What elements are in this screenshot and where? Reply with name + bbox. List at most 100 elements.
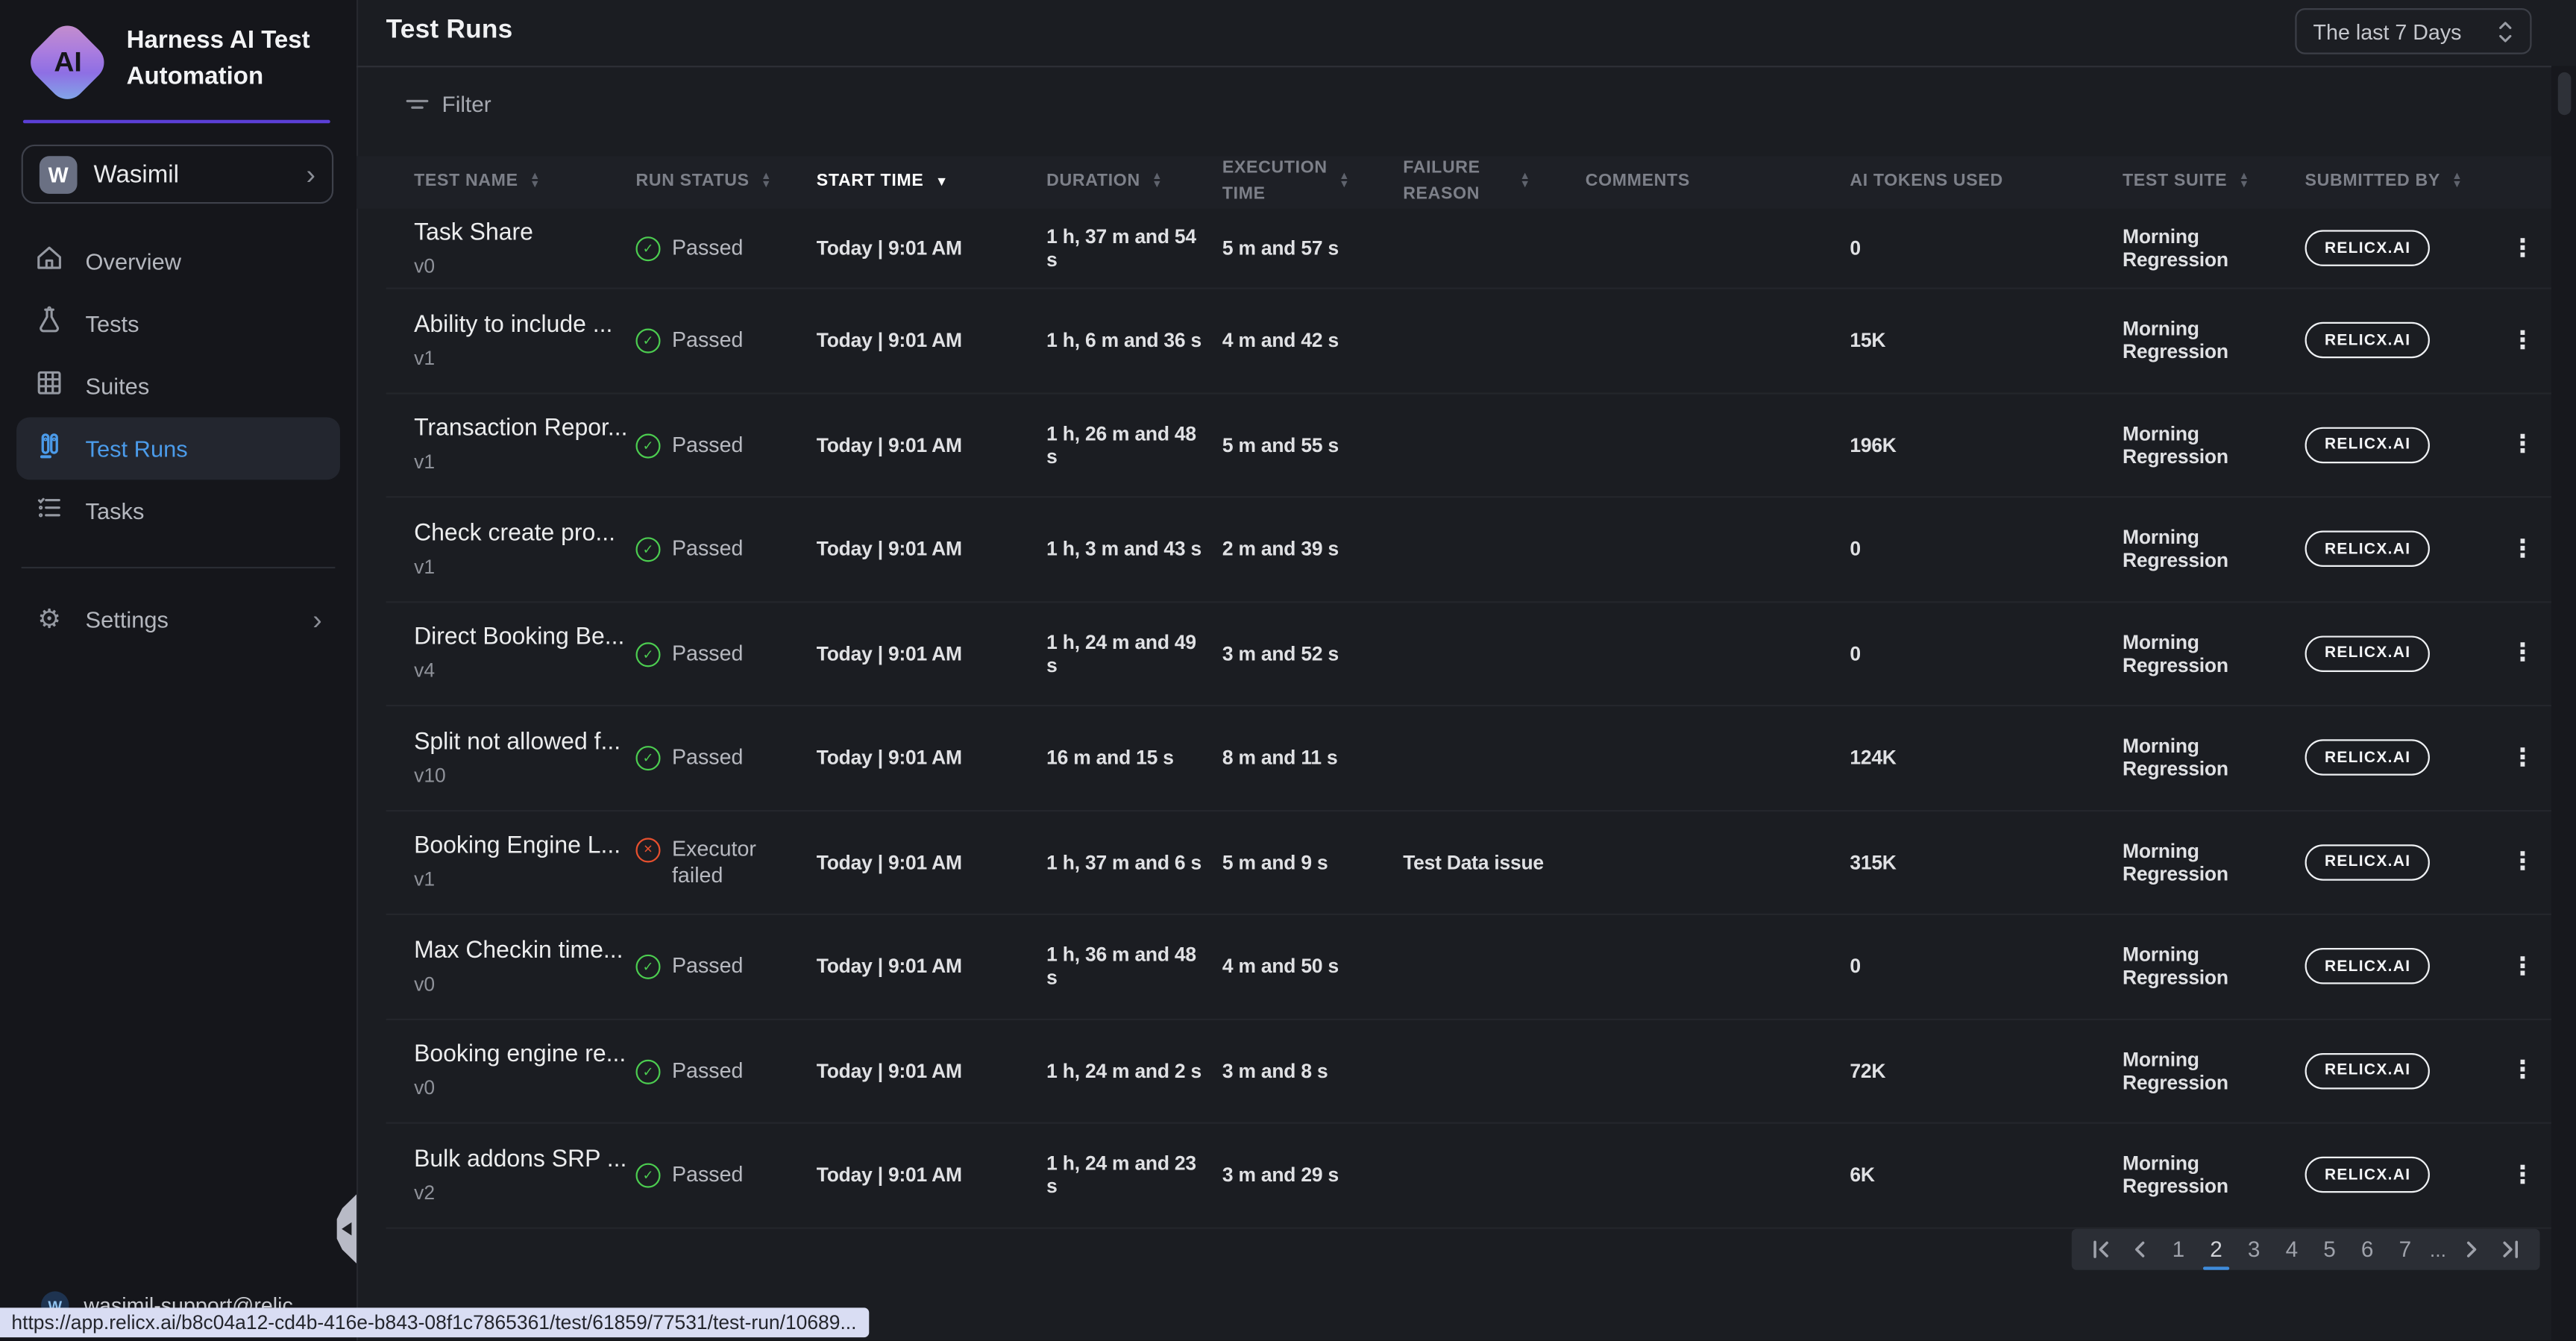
execution-time-cell: 3 m and 8 s [1222, 1059, 1403, 1082]
duration-cell: 1 h, 37 m and 54 s [1046, 225, 1222, 271]
sidebar-item-label: Overview [86, 248, 182, 274]
duration-cell: 1 h, 24 m and 23 s [1046, 1152, 1222, 1199]
submitted-by-badge: RELICX.AI [2305, 1052, 2431, 1088]
row-menu-button[interactable]: ⋮ [2504, 429, 2542, 460]
test-name[interactable]: Task Share [414, 219, 616, 245]
page-number-6[interactable]: 6 [2354, 1234, 2381, 1265]
table-row[interactable]: Max Checkin time...v0✓PassedToday | 9:01… [386, 915, 2551, 1020]
sort-icon: ▲▼ [1152, 175, 1163, 189]
ai-tokens-cell: 0 [1850, 955, 2123, 978]
column-label: COMMENTS [1586, 169, 1690, 195]
date-range-select[interactable]: The last 7 Days [2295, 8, 2531, 54]
sidebar-item-test-runs[interactable]: Test Runs [16, 418, 340, 480]
row-menu-button[interactable]: ⋮ [2504, 742, 2542, 773]
row-menu-button[interactable]: ⋮ [2504, 533, 2542, 565]
column-header-test_name[interactable]: TEST NAME▲▼ [414, 169, 635, 195]
row-menu-button[interactable]: ⋮ [2504, 233, 2542, 264]
status-passed-icon: ✓ [635, 329, 660, 354]
row-menu-button[interactable]: ⋮ [2504, 1160, 2542, 1191]
test-name[interactable]: Check create pro... [414, 521, 616, 547]
next-page-button[interactable] [2457, 1233, 2484, 1266]
column-header-failure_reason[interactable]: FAILURE REASON▲▼ [1403, 157, 1586, 208]
row-menu-button[interactable]: ⋮ [2504, 951, 2542, 982]
test-name[interactable]: Transaction Repor... [414, 416, 616, 442]
sort-desc-icon: ▼ [935, 172, 949, 192]
table-row[interactable]: Bulk addons SRP ...v2✓PassedToday | 9:01… [386, 1124, 2551, 1228]
prev-page-button[interactable] [2128, 1233, 2154, 1266]
submitted-by-cell: RELICX.AI [2305, 230, 2504, 266]
pagination: 1234567... [2072, 1229, 2540, 1270]
column-header-execution_time[interactable]: EXECUTION TIME▲▼ [1222, 157, 1403, 208]
test-name[interactable]: Split not allowed f... [414, 729, 616, 755]
test-name-cell: Task Sharev0 [414, 219, 635, 277]
page-header: Test Runs The last 7 Days [356, 0, 2576, 67]
table-row[interactable]: Check create pro...v1✓PassedToday | 9:01… [386, 497, 2551, 602]
sidebar-item-label: Tests [86, 310, 139, 336]
sidebar-item-overview[interactable]: Overview [16, 230, 340, 292]
test-suite-cell: Morning Regression [2123, 839, 2305, 885]
sidebar-item-settings[interactable]: ⚙ Settings › [16, 588, 340, 651]
home-icon [34, 242, 64, 280]
test-suite-cell: Morning Regression [2123, 225, 2305, 271]
table-row[interactable]: Task Sharev0✓PassedToday | 9:01 AM1 h, 3… [386, 209, 2551, 289]
test-suite-cell: Morning Regression [2123, 526, 2305, 572]
row-menu-button[interactable]: ⋮ [2504, 638, 2542, 669]
test-name[interactable]: Max Checkin time... [414, 938, 616, 964]
page-number-7[interactable]: 7 [2392, 1234, 2418, 1265]
run-status-cell: ✓Passed [635, 536, 816, 562]
test-name[interactable]: Bulk addons SRP ... [414, 1146, 616, 1172]
sidebar-item-label: Test Runs [86, 436, 188, 462]
execution-time-cell: 2 m and 39 s [1222, 538, 1403, 561]
table-row[interactable]: Booking Engine L...v1✕Executor failedTod… [386, 811, 2551, 915]
workspace-selector[interactable]: W Wasimil › [22, 145, 334, 204]
test-version: v2 [414, 1181, 616, 1204]
column-header-start_time[interactable]: START TIME▼ [817, 169, 1046, 195]
test-name[interactable]: Direct Booking Be... [414, 625, 616, 651]
column-label: RUN STATUS [635, 169, 749, 195]
test-name[interactable]: Booking engine re... [414, 1042, 616, 1068]
run-status-cell: ✓Passed [635, 432, 816, 459]
sidebar-item-tasks[interactable]: Tasks [16, 480, 340, 542]
first-page-button[interactable] [2090, 1233, 2116, 1266]
column-header-duration[interactable]: DURATION▲▼ [1046, 169, 1222, 195]
page-number-3[interactable]: 3 [2241, 1234, 2267, 1265]
start-time-cell: Today | 9:01 AM [817, 433, 1046, 456]
last-page-button[interactable] [2495, 1233, 2522, 1266]
scrollbar-track[interactable] [2551, 66, 2576, 1340]
table-row[interactable]: Split not allowed f...v10✓PassedToday | … [386, 706, 2551, 811]
test-name-cell: Max Checkin time...v0 [414, 938, 635, 995]
column-label: EXECUTION TIME [1222, 157, 1328, 208]
start-time-cell: Today | 9:01 AM [817, 1163, 1046, 1187]
ai-tokens-cell: 0 [1850, 642, 2123, 665]
submitted-by-badge: RELICX.AI [2305, 949, 2431, 984]
row-menu-button[interactable]: ⋮ [2504, 325, 2542, 357]
sidebar-item-tests[interactable]: Tests [16, 292, 340, 355]
app-window: AI Harness AI Test Automation W Wasimil … [0, 0, 2576, 1340]
column-header-test_suite[interactable]: TEST SUITE▲▼ [2123, 169, 2305, 195]
test-name[interactable]: Booking Engine L... [414, 833, 616, 859]
sidebar-collapse-handle[interactable] [337, 1194, 356, 1263]
column-header-submitted_by[interactable]: SUBMITTED BY▲▼ [2305, 169, 2504, 195]
page-number-1[interactable]: 1 [2165, 1234, 2191, 1265]
scrollbar-thumb[interactable] [2558, 72, 2572, 115]
submitted-by-badge: RELICX.AI [2305, 1157, 2431, 1193]
row-menu-button[interactable]: ⋮ [2504, 1055, 2542, 1087]
test-name-cell: Transaction Repor...v1 [414, 416, 635, 474]
row-menu-button[interactable]: ⋮ [2504, 847, 2542, 878]
table-row[interactable]: Transaction Repor...v1✓PassedToday | 9:0… [386, 394, 2551, 498]
test-name[interactable]: Ability to include ... [414, 312, 616, 338]
start-time-cell: Today | 9:01 AM [817, 329, 1046, 352]
column-header-run_status[interactable]: RUN STATUS▲▼ [635, 169, 816, 195]
filter-button[interactable]: Filter [406, 92, 491, 116]
table-row[interactable]: Booking engine re...v0✓PassedToday | 9:0… [386, 1020, 2551, 1124]
app-logo-row: AI Harness AI Test Automation [0, 0, 356, 95]
page-number-5[interactable]: 5 [2316, 1234, 2343, 1265]
table-row[interactable]: Ability to include ...v1✓PassedToday | 9… [386, 289, 2551, 394]
page-number-4[interactable]: 4 [2278, 1234, 2305, 1265]
sidebar-item-suites[interactable]: Suites [16, 355, 340, 418]
test-suite-cell: Morning Regression [2123, 422, 2305, 468]
page-number-2[interactable]: 2 [2203, 1234, 2229, 1265]
table-row[interactable]: Direct Booking Be...v4✓PassedToday | 9:0… [386, 602, 2551, 706]
sidebar-nav: Overview Tests Suites Test Runs Tasks [16, 230, 340, 542]
run-status-text: Passed [672, 953, 744, 980]
